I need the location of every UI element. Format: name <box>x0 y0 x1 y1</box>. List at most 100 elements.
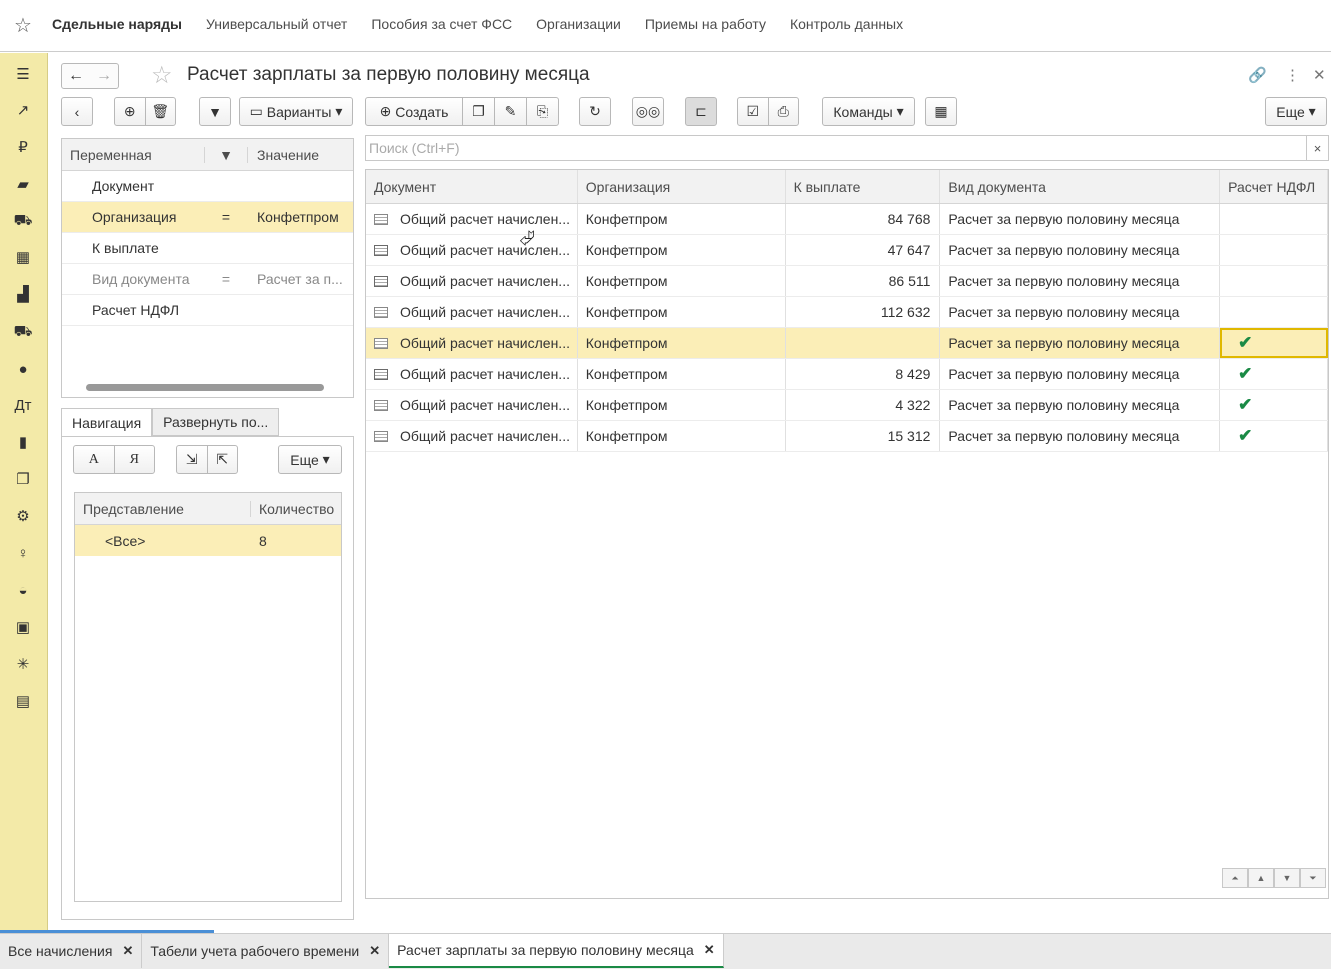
window-tab[interactable]: Расчет зарплаты за первую половину месяц… <box>389 934 724 968</box>
table-row[interactable]: Общий расчет начислен... Конфетпром 15 312… <box>366 421 1328 452</box>
filter-icon[interactable]: ▼ <box>199 97 231 126</box>
cell-ndfl[interactable] <box>1220 204 1328 234</box>
filter-row[interactable]: Вид документа = Расчет за п... <box>62 264 353 295</box>
add-icon[interactable]: ⊕ <box>115 103 145 120</box>
scroll-down-icon[interactable]: ▼ <box>1274 868 1300 888</box>
topnav-item[interactable]: Сдельные наряды <box>52 16 182 32</box>
search-field[interactable]: Поиск (Ctrl+F) × <box>365 135 1329 161</box>
printer-icon[interactable]: ⎙ <box>769 103 799 120</box>
refresh-icon[interactable]: ↻ <box>579 97 611 126</box>
bookmark-star-icon[interactable]: ☆ <box>151 61 173 90</box>
close-tab-icon[interactable]: ✕ <box>369 943 380 959</box>
table-row[interactable]: Общий расчет начислен... Конфетпром 86 511… <box>366 266 1328 297</box>
close-icon[interactable]: ✕ <box>1313 66 1326 84</box>
column-to-pay[interactable]: К выплате <box>786 170 941 203</box>
bar-chart-icon[interactable]: ▮ <box>12 431 34 453</box>
presentation-row[interactable]: <Все> 8 <box>75 525 341 556</box>
nav-more-button[interactable]: Еще ▾ <box>278 445 342 474</box>
network-icon[interactable]: ✳ <box>12 653 34 675</box>
column-doc-type[interactable]: Вид документа <box>940 170 1221 203</box>
table-row[interactable]: Общий расчет начислен... Конфетпром 112 63… <box>366 297 1328 328</box>
menu-icon[interactable]: ☰ <box>12 63 34 85</box>
lightbulb-icon[interactable]: ♀ <box>12 542 34 564</box>
back-arrow-icon[interactable]: ← <box>68 67 84 85</box>
filter-row[interactable]: Документ <box>62 171 353 202</box>
sort-desc-button[interactable]: Я <box>114 452 154 468</box>
topnav-item[interactable]: Пособия за счет ФСС <box>371 16 512 32</box>
table-row[interactable]: Общий расчет начислен... Конфетпром 84 768… <box>366 204 1328 235</box>
presentation-icon[interactable]: ▣ <box>12 616 34 638</box>
commands-button[interactable]: Команды ▾ <box>822 97 915 126</box>
column-document[interactable]: Документ <box>366 170 578 203</box>
filter-row[interactable]: Расчет НДФЛ <box>62 295 353 326</box>
copy-icon[interactable]: ❐ <box>463 103 494 120</box>
gauge-icon[interactable]: ◒ <box>12 579 34 601</box>
more-button[interactable]: Еще ▾ <box>1265 97 1327 126</box>
column-organization[interactable]: Организация <box>578 170 786 203</box>
toggle-filter-panel-icon[interactable]: ⊏ <box>685 97 717 126</box>
horizontal-scrollbar[interactable] <box>86 384 324 391</box>
forward-arrow-icon[interactable]: → <box>96 67 112 85</box>
cell-ndfl[interactable]: ✔ <box>1220 390 1328 420</box>
topnav-item[interactable]: Организации <box>536 16 621 32</box>
tab-expand[interactable]: Развернуть по... <box>152 408 280 436</box>
column-presentation[interactable]: Представление <box>75 500 251 517</box>
filter-row[interactable]: К выплате <box>62 233 353 264</box>
column-count[interactable]: Количество <box>251 501 334 517</box>
filter-column-icon[interactable]: ▼ <box>204 146 248 163</box>
topnav-item[interactable]: Приемы на работу <box>645 16 766 32</box>
table-settings-icon[interactable]: ▦ <box>925 97 957 126</box>
edit-pencil-icon[interactable]: ✎ <box>495 103 526 120</box>
column-value[interactable]: Значение <box>248 147 319 163</box>
table-row[interactable]: Общий расчет начислен... Конфетпром Расчет… <box>366 328 1328 359</box>
accounting-icon[interactable]: Дт <box>12 394 34 416</box>
cell-ndfl[interactable] <box>1220 235 1328 265</box>
warehouse-icon[interactable]: ▦ <box>12 246 34 268</box>
scroll-up-icon[interactable]: ▲ <box>1248 868 1274 888</box>
create-button[interactable]: ⊕ Создать <box>366 103 462 120</box>
column-ndfl[interactable]: Расчет НДФЛ <box>1220 170 1328 203</box>
cell-ndfl[interactable]: ✔ <box>1220 359 1328 389</box>
table-row[interactable]: Общий расчет начислен... Конфетпром 47 647… <box>366 235 1328 266</box>
ruble-icon[interactable]: ₽ <box>12 136 34 158</box>
trend-icon[interactable]: ↗ <box>12 99 34 121</box>
search-input[interactable]: Поиск (Ctrl+F) <box>366 140 1306 156</box>
person-icon[interactable]: ● <box>12 358 34 380</box>
link-icon[interactable]: 🔗 <box>1248 66 1267 84</box>
cell-ndfl[interactable] <box>1220 266 1328 296</box>
table-row[interactable]: Общий расчет начислен... Конфетпром 8 429 Р… <box>366 359 1328 390</box>
production-icon[interactable]: ▟ <box>12 283 34 305</box>
calculator-icon[interactable]: ▤ <box>12 690 34 712</box>
column-variable[interactable]: Переменная <box>62 147 204 163</box>
variants-button[interactable]: ▭ Варианты ▾ <box>239 97 353 126</box>
favorites-star-icon[interactable]: ☆ <box>14 13 32 38</box>
sort-asc-button[interactable]: А <box>74 452 114 468</box>
close-tab-icon[interactable]: ✕ <box>704 942 715 958</box>
window-tab[interactable]: Табели учета рабочего времени ✕ <box>142 934 390 968</box>
glasses-icon[interactable]: ◎◎ <box>632 97 664 126</box>
filter-row[interactable]: Организация = Конфетпром <box>62 202 353 233</box>
table-row[interactable]: Общий расчет начислен... Конфетпром 4 322 Р… <box>366 390 1328 421</box>
collapse-icon[interactable]: ⇲ <box>177 451 207 468</box>
topnav-item[interactable]: Контроль данных <box>790 16 903 32</box>
close-tab-icon[interactable]: ✕ <box>122 943 133 959</box>
clipboard-check-icon[interactable]: ☑ <box>738 103 768 120</box>
cell-ndfl[interactable]: ✔ <box>1220 421 1328 451</box>
clear-search-button[interactable]: × <box>1306 136 1328 160</box>
cell-ndfl[interactable] <box>1220 297 1328 327</box>
mark-delete-icon[interactable]: ⎘ <box>527 103 558 120</box>
truck-icon[interactable]: ⛟ <box>12 321 34 343</box>
scroll-top-icon[interactable]: ⏶ <box>1222 868 1248 888</box>
gear-icon[interactable]: ⚙ <box>12 505 34 527</box>
documents-icon[interactable]: ❐ <box>12 468 34 490</box>
collapse-panel-button[interactable]: ‹ <box>61 97 93 126</box>
bag-icon[interactable]: ▰ <box>12 173 34 195</box>
more-vertical-icon[interactable]: ⋮ <box>1285 66 1300 84</box>
cell-ndfl[interactable]: ✔ <box>1220 328 1328 358</box>
delete-icon[interactable]: 🗑 <box>146 103 176 120</box>
cart-icon[interactable]: ⛟ <box>12 210 34 232</box>
expand-icon[interactable]: ⇱ <box>208 451 238 468</box>
topnav-item[interactable]: Универсальный отчет <box>206 16 347 32</box>
scroll-bottom-icon[interactable]: ⏷ <box>1300 868 1326 888</box>
tab-navigation[interactable]: Навигация <box>61 408 153 436</box>
